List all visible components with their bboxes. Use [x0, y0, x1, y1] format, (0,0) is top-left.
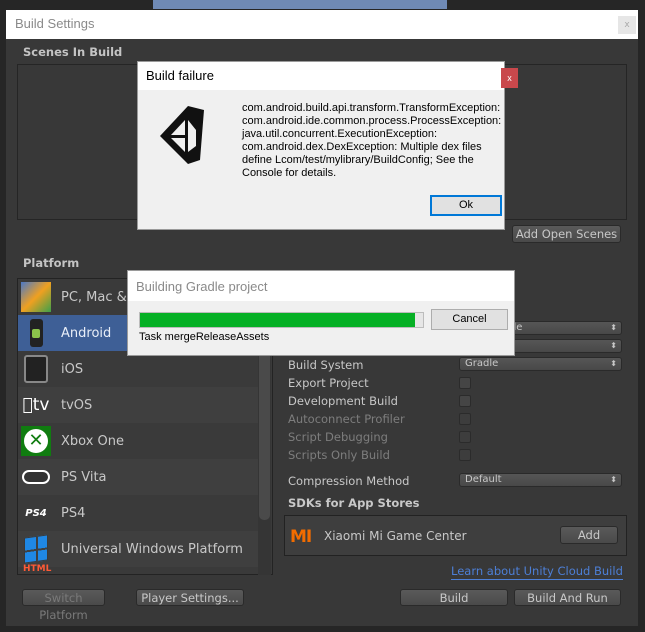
dropdown-arrow-icon: ⬍ [610, 359, 617, 368]
platform-label: tvOS [61, 397, 93, 413]
building-gradle-dialog: Building Gradle project Cancel Task merg… [127, 270, 515, 356]
xiaomi-logo-icon: MI [290, 527, 312, 547]
switch-platform-button[interactable]: Switch Platform [22, 589, 105, 622]
ios-icon [21, 354, 51, 384]
progress-bar [139, 312, 424, 328]
script-debugging-label: Script Debugging [288, 430, 388, 444]
sdk-item: MI Xiaomi Mi Game Center Add [284, 515, 627, 556]
scrollbar-thumb[interactable] [259, 340, 270, 520]
cancel-button[interactable]: Cancel [431, 309, 508, 330]
html5-icon: HTML [23, 564, 52, 574]
dialog-title: Build failure [138, 62, 504, 90]
compression-method-label: Compression Method [288, 474, 410, 488]
dialog-close-button[interactable]: x [501, 68, 518, 88]
platform-item-tvos[interactable]: tv tvOS [18, 387, 258, 423]
platform-label: Xbox One [61, 433, 125, 449]
dropdown-arrow-icon: ⬍ [610, 323, 617, 332]
ps-vita-icon [21, 462, 51, 492]
build-failure-dialog: Build failure x com.android.build.api.tr… [137, 61, 518, 230]
compression-method-dropdown[interactable]: Default ⬍ [459, 473, 622, 487]
sdk-name: Xiaomi Mi Game Center [324, 529, 467, 543]
platform-item-ps4[interactable]: PS4 PS4 [18, 495, 258, 531]
apple-tv-icon: tv [21, 390, 51, 420]
ps4-icon: PS4 [25, 507, 47, 519]
scripts-only-build-checkbox[interactable] [459, 449, 471, 461]
dropdown-value: Default [465, 474, 502, 485]
platform-label: PS4 [61, 505, 86, 521]
sdk-add-button[interactable]: Add [560, 526, 618, 544]
dropdown-arrow-icon: ⬍ [610, 341, 617, 350]
development-build-checkbox[interactable] [459, 395, 471, 407]
platform-item-ios[interactable]: iOS [18, 351, 258, 387]
platform-header: Platform [23, 256, 80, 270]
cloud-build-link[interactable]: Learn about Unity Cloud Build [451, 564, 623, 580]
task-status: Task mergeReleaseAssets [139, 331, 270, 343]
platform-item-ps-vita[interactable]: PS Vita [18, 459, 258, 495]
progress-fill [140, 313, 415, 327]
player-settings-button[interactable]: Player Settings... [136, 589, 244, 606]
platform-label: iOS [61, 361, 84, 377]
platform-label: Universal Windows Platform [61, 541, 243, 557]
tv-glyph: tv [27, 395, 50, 415]
unity-logo-icon [160, 106, 204, 164]
platform-item-xbox[interactable]: ✕ Xbox One [18, 423, 258, 459]
autoconnect-profiler-checkbox[interactable] [459, 413, 471, 425]
window-title: Build Settings [6, 10, 638, 39]
build-button[interactable]: Build [400, 589, 508, 606]
script-debugging-checkbox[interactable] [459, 431, 471, 443]
scenes-header: Scenes In Build [23, 45, 123, 59]
scripts-only-build-label: Scripts Only Build [288, 448, 390, 462]
platform-item-webgl[interactable]: HTML [18, 564, 258, 574]
windows-icon [21, 534, 51, 564]
ok-button[interactable]: Ok [430, 195, 502, 216]
dropdown-value: Gradle [465, 358, 499, 369]
platform-label: PS Vita [61, 469, 107, 485]
platform-label: Android [61, 325, 112, 341]
export-project-checkbox[interactable] [459, 377, 471, 389]
sdk-header: SDKs for App Stores [288, 496, 420, 510]
dropdown-arrow-icon: ⬍ [610, 475, 617, 484]
autoconnect-profiler-label: Autoconnect Profiler [288, 412, 405, 426]
export-project-label: Export Project [288, 376, 369, 390]
add-open-scenes-button[interactable]: Add Open Scenes [512, 225, 621, 243]
build-system-label: Build System [288, 358, 364, 372]
android-icon [21, 318, 51, 348]
development-build-label: Development Build [288, 394, 398, 408]
build-system-dropdown[interactable]: Gradle ⬍ [459, 357, 622, 371]
dialog-title: Building Gradle project [128, 271, 514, 301]
error-message: com.android.build.api.transform.Transfor… [242, 102, 502, 179]
build-and-run-button[interactable]: Build And Run [514, 589, 621, 606]
window-close-button[interactable]: x [618, 16, 636, 34]
pc-mac-linux-icon [21, 282, 51, 312]
background-window-strip [153, 0, 447, 9]
xbox-icon: ✕ [21, 426, 51, 456]
platform-item-uwp[interactable]: Universal Windows Platform [18, 531, 258, 567]
